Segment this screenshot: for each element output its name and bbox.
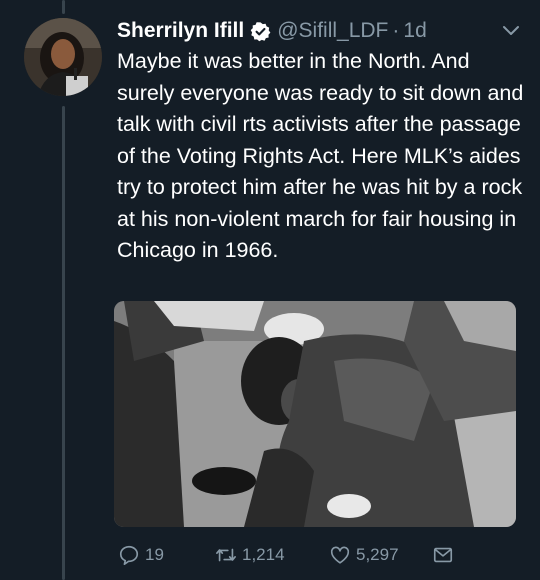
- thread-line-bottom: [62, 106, 65, 580]
- author-name[interactable]: Sherrilyn Ifill: [117, 19, 244, 43]
- reply-icon: [119, 545, 139, 565]
- separator-dot: ·: [392, 19, 400, 42]
- reply-button[interactable]: 19: [118, 540, 164, 570]
- envelope-icon: [433, 547, 453, 563]
- tweet-text: Maybe it was better in the North. And su…: [117, 49, 524, 262]
- author-handle[interactable]: @Sifill_LDF: [277, 19, 388, 43]
- direct-message-button[interactable]: [432, 540, 459, 570]
- like-button[interactable]: 5,297: [329, 540, 399, 570]
- tweet-actions: 19 1,214 5,297: [116, 540, 516, 570]
- tweet-header: Sherrilyn Ifill @Sifill_LDF · 1d: [117, 16, 520, 46]
- chevron-down-icon[interactable]: [502, 21, 520, 39]
- retweet-button[interactable]: 1,214: [215, 540, 285, 570]
- retweet-count: 1,214: [242, 545, 285, 564]
- tweet-timestamp[interactable]: 1d: [403, 19, 426, 43]
- avatar[interactable]: [24, 18, 102, 96]
- heart-icon: [330, 546, 350, 564]
- tweet-photo[interactable]: [114, 301, 516, 527]
- thread-line-top: [62, 0, 65, 14]
- reply-count: 19: [145, 545, 164, 564]
- verified-badge-icon: [250, 21, 271, 42]
- like-count: 5,297: [356, 545, 399, 564]
- retweet-icon: [216, 548, 236, 562]
